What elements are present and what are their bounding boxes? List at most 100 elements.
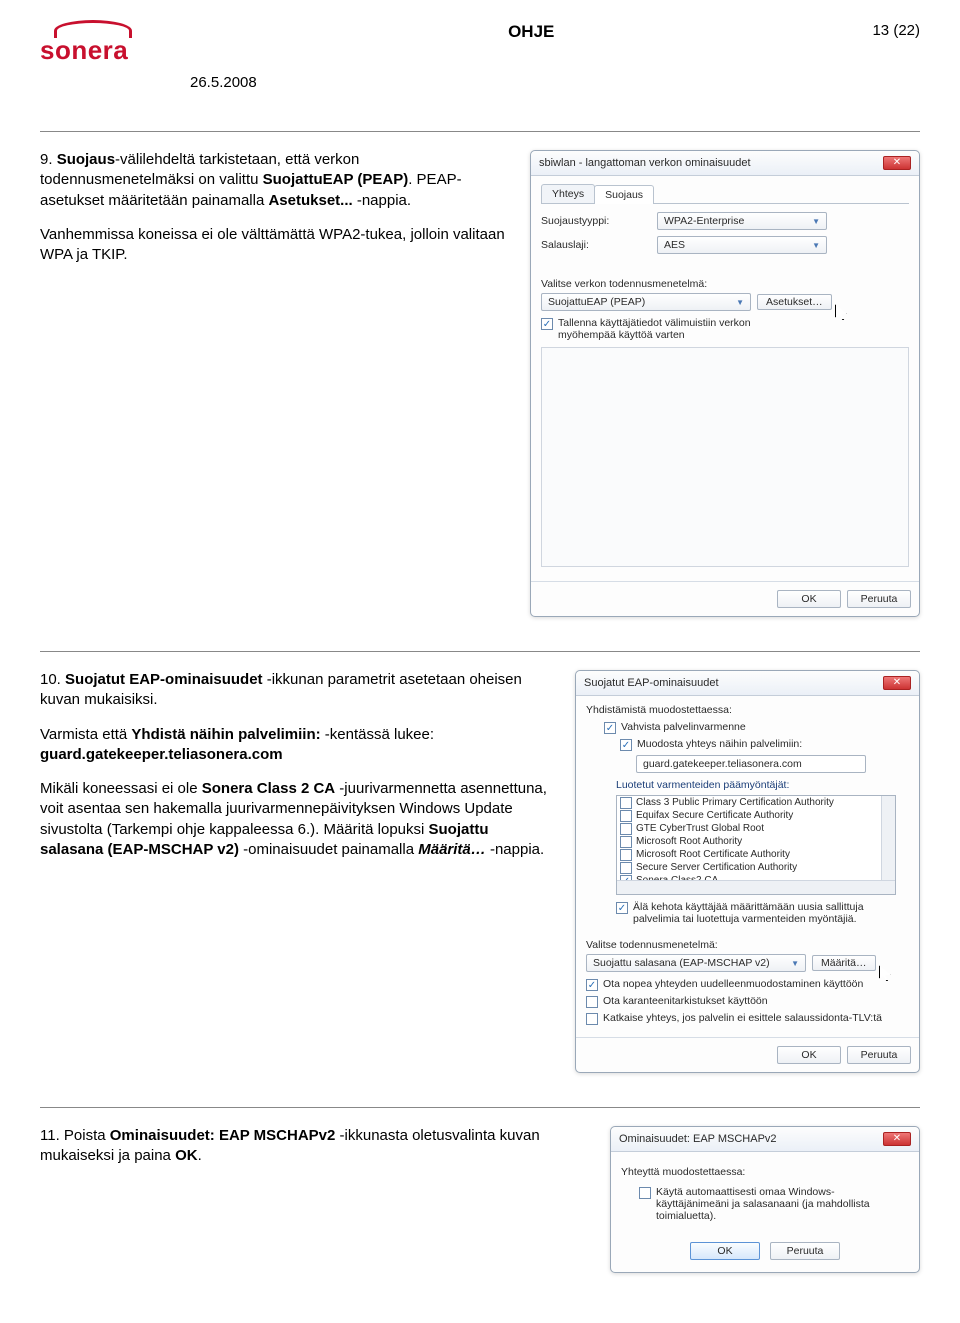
checkbox-tallenna[interactable]: ✓ [541,318,553,330]
chevron-down-icon: ▼ [812,217,820,226]
t: 10. [40,671,65,688]
close-icon[interactable]: ✕ [883,676,911,690]
t: -nappia. [357,192,411,209]
cancel-button[interactable]: Peruuta [847,1046,911,1064]
cancel-button[interactable]: Peruuta [847,590,911,608]
tabbar: Yhteys Suojaus [541,184,909,204]
ok-button[interactable]: OK [690,1242,760,1260]
dialog-wlan-properties: sbiwlan - langattoman verkon ominaisuude… [530,150,920,617]
ca-checkbox[interactable] [620,836,632,848]
combo-suojaustyyppi[interactable]: WPA2-Enterprise ▼ [657,212,827,230]
t: guard.gatekeeper.teliasonera.com [40,746,283,763]
step-10: 10. Suojatut EAP-ominaisuudet -ikkunan p… [40,670,920,1073]
divider [40,651,920,652]
combo-todennusmenetelma[interactable]: SuojattuEAP (PEAP) ▼ [541,293,751,311]
checkbox-alakehota[interactable]: ✓ [616,902,628,914]
t: . [198,1147,202,1164]
chevron-down-icon: ▼ [736,298,744,307]
cb-label: Muodosta yhteys näihin palvelimiin: [637,738,802,750]
t: Suojatut EAP-ominaisuudet [65,671,263,688]
t: Asetukset... [268,192,356,209]
close-icon[interactable]: ✕ [883,156,911,170]
dialog-eap-properties: Suojatut EAP-ominaisuudet ✕ Yhdistämistä… [575,670,920,1073]
close-icon[interactable]: ✕ [883,1132,911,1146]
checkbox-katkaise[interactable] [586,1013,598,1025]
divider [40,1107,920,1108]
cb-label: Älä kehota käyttäjää määrittämään uusia … [633,901,893,925]
ca-checkbox[interactable] [620,862,632,874]
tab-yhteys[interactable]: Yhteys [541,184,595,203]
step-10-text: 10. Suojatut EAP-ominaisuudet -ikkunan p… [40,670,551,874]
t: SuojattuEAP (PEAP) [263,171,409,188]
combo-value: AES [664,239,685,251]
cb-label: Ota karanteenitarkistukset käyttöön [603,995,768,1007]
step-9-text: 9. Suojaus-välilehdeltä tarkistetaan, et… [40,150,506,279]
dialog-title: sbiwlan - langattoman verkon ominaisuude… [539,157,751,169]
divider [40,131,920,132]
page-title: OHJE [190,20,872,42]
cancel-button[interactable]: Peruuta [770,1242,840,1260]
combo-salauslaji[interactable]: AES ▼ [657,236,827,254]
checkbox-muodosta[interactable]: ✓ [620,739,632,751]
label-todmen: Valitse todennusmenetelmä: [586,939,909,951]
ca-checkbox[interactable] [620,810,632,822]
t: 11. Poista [40,1127,110,1144]
ca-item: GTE CyberTrust Global Root [636,823,764,834]
asetukset-button[interactable]: Asetukset… [757,294,832,310]
t: Suojaus [57,151,115,168]
cb-label: Katkaise yhteys, jos palvelin ei esittel… [603,1012,882,1024]
tab-suojaus[interactable]: Suojaus [594,185,654,204]
t: Määritä… [418,841,486,858]
label-salauslaji: Salauslaji: [541,239,651,251]
chevron-down-icon: ▼ [812,241,820,250]
label: Yhdistämistä muodostettaessa: [586,704,909,716]
t: Mikäli koneessasi ei ole [40,780,202,797]
cb-label: Vahvista palvelinvarmenne [621,721,746,733]
label-valitse: Valitse verkon todennusmenetelmä: [541,278,909,290]
ca-item: Microsoft Root Certificate Authority [636,849,790,860]
step-11: 11. Poista Ominaisuudet: EAP MSCHAPv2 -i… [40,1126,920,1273]
checkbox-karanteeni[interactable] [586,996,598,1008]
checkbox-otanopea[interactable]: ✓ [586,979,598,991]
dialog-eap-mschapv2: Ominaisuudet: EAP MSCHAPv2 ✕ Yhteyttä mu… [610,1126,920,1273]
ca-item: Equifax Secure Certificate Authority [636,810,793,821]
cb-label: Tallenna käyttäjätiedot välimuistiin ver… [558,317,798,341]
ca-checkbox[interactable] [620,849,632,861]
cb-label: Ota nopea yhteyden uudelleenmuodostamine… [603,978,863,990]
step-11-text: 11. Poista Ominaisuudet: EAP MSCHAPv2 -i… [40,1126,586,1181]
server-input[interactable]: guard.gatekeeper.teliasonera.com [636,755,866,773]
ca-checkbox[interactable] [620,823,632,835]
checkbox-vahvista[interactable]: ✓ [604,722,616,734]
combo-todmen[interactable]: Suojattu salasana (EAP-MSCHAP v2) ▼ [586,954,806,972]
ca-item: Microsoft Root Authority [636,836,742,847]
ok-button[interactable]: OK [777,590,841,608]
step-9: 9. Suojaus-välilehdeltä tarkistetaan, et… [40,150,920,617]
combo-value: WPA2-Enterprise [664,215,744,227]
checkbox-autologin[interactable] [639,1187,651,1199]
t: OK [175,1147,198,1164]
chevron-down-icon: ▼ [791,959,799,968]
ok-button[interactable]: OK [777,1046,841,1064]
label: Yhteyttä muodostettaessa: [621,1166,909,1178]
combo-value: Suojattu salasana (EAP-MSCHAP v2) [593,957,770,969]
scrollbar-horizontal[interactable] [617,880,895,894]
dialog-titlebar: sbiwlan - langattoman verkon ominaisuude… [531,151,919,176]
input-value: guard.gatekeeper.teliasonera.com [643,758,802,770]
t: -nappia. [486,841,544,858]
doc-header: sonera OHJE 13 (22) [40,20,920,66]
logo: sonera [40,20,150,66]
cb-label: Käytä automaattisesti omaa Windows-käytt… [656,1186,906,1222]
logo-text: sonera [40,35,150,66]
scrollbar-vertical[interactable] [881,796,895,880]
dialog-title: Suojatut EAP-ominaisuudet [584,677,719,689]
t: -kentässä lukee: [321,726,434,743]
dialog-titlebar: Suojatut EAP-ominaisuudet ✕ [576,671,919,696]
t: Ominaisuudet: EAP MSCHAPv2 [110,1127,336,1144]
t: Varmista että [40,726,131,743]
maarita-button[interactable]: Määritä… [812,955,876,971]
ca-checkbox[interactable] [620,797,632,809]
ca-listbox[interactable]: Class 3 Public Primary Certification Aut… [616,795,896,895]
label-suojaustyyppi: Suojaustyyppi: [541,215,651,227]
empty-panel [541,347,909,567]
t: Yhdistä näihin palvelimiin: [131,726,320,743]
